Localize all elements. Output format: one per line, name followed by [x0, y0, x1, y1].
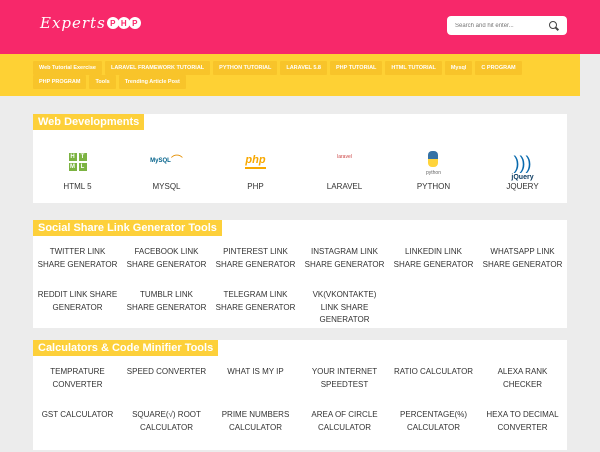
tool-link[interactable]: AREA OF CIRCLE CALCULATOR [300, 409, 389, 452]
tool-link[interactable]: INSTAGRAM LINK SHARE GENERATOR [300, 246, 389, 289]
tech-item-jquery[interactable]: ))) jQuery JQUERY [478, 123, 567, 203]
mysql-icon: MySQL ⌒ [150, 154, 183, 169]
nav-bar: Web Tutorial Exercise LARAVEL FRAMEWORK T… [0, 54, 580, 96]
html5-letter: M [68, 162, 77, 171]
tool-link[interactable]: ALEXA RANK CHECKER [478, 366, 567, 409]
laravel-icon: laravel [337, 149, 352, 167]
nav-link[interactable]: Trending Article Post [118, 75, 186, 89]
tech-label: JQUERY [506, 181, 539, 191]
tool-link[interactable]: TEMPRATURE CONVERTER [33, 366, 122, 409]
tech-label: MYSQL [152, 181, 181, 191]
tool-link[interactable]: SQUARE(√) ROOT CALCULATOR [122, 409, 211, 452]
logo-text: Experts [40, 14, 106, 32]
logo[interactable]: Experts P H P [40, 14, 141, 32]
tech-item-python[interactable]: python PYTHON [389, 123, 478, 203]
tool-link[interactable]: LINKEDIN LINK SHARE GENERATOR [389, 246, 478, 289]
laravel-logo-text: laravel [337, 154, 352, 161]
html5-letter: T [78, 152, 87, 161]
html5-letter: L [78, 162, 87, 171]
tech-item-mysql[interactable]: MySQL ⌒ MYSQL [122, 123, 211, 203]
tool-link[interactable]: GST CALCULATOR [33, 409, 122, 452]
search-icon[interactable] [549, 20, 559, 31]
mysql-logo-text: MySQL [150, 158, 171, 165]
tech-label: PHP [247, 181, 264, 191]
calculator-tools-panel: Calculators & Code Minifier Tools TEMPRA… [33, 340, 567, 450]
tool-link[interactable]: RATIO CALCULATOR [389, 366, 478, 409]
search-box [447, 16, 567, 35]
logo-badge: P H P [106, 17, 141, 29]
section-title: Calculators & Code Minifier Tools [33, 340, 219, 356]
section-title: Social Share Link Generator Tools [33, 220, 222, 236]
tool-link[interactable]: PRIME NUMBERS CALCULATOR [211, 409, 300, 452]
nav-link[interactable]: Tools [89, 75, 116, 89]
tool-link[interactable]: VK(VKONTAKTE) LINK SHARE GENERATOR [300, 289, 389, 332]
tech-label: HTML 5 [63, 181, 92, 191]
html5-letter: H [68, 152, 77, 161]
nav-link[interactable]: Mysql [444, 61, 473, 75]
tool-link[interactable]: FACEBOOK LINK SHARE GENERATOR [122, 246, 211, 289]
tool-link[interactable]: REDDIT LINK SHARE GENERATOR [33, 289, 122, 332]
tool-link[interactable]: HEXA TO DECIMAL CONVERTER [478, 409, 567, 452]
python-icon: python [426, 151, 441, 181]
logo-letter: H [117, 17, 130, 29]
nav-link[interactable]: LARAVEL FRAMEWORK TUTORIAL [104, 61, 211, 75]
tech-item-html5[interactable]: HTML HTML 5 [33, 123, 122, 203]
tool-link[interactable]: TUMBLR LINK SHARE GENERATOR [122, 289, 211, 332]
php-logo-text: php [245, 154, 266, 169]
tool-link[interactable]: TELEGRAM LINK SHARE GENERATOR [211, 289, 300, 332]
tech-label: LARAVEL [326, 181, 363, 191]
nav-link[interactable]: Web Tutorial Exercise [33, 61, 102, 75]
tool-link[interactable]: TWITTER LINK SHARE GENERATOR [33, 246, 122, 289]
logo-letter: P [106, 17, 119, 29]
nav-link[interactable]: C PROGRAM [475, 61, 522, 75]
social-tools-panel: Social Share Link Generator Tools TWITTE… [33, 220, 567, 328]
nav-link[interactable]: HTML TUTORIAL [385, 61, 442, 75]
header: Experts P H P [0, 0, 600, 54]
python-logo-text: python [425, 170, 441, 177]
tech-item-laravel[interactable]: laravel LARAVEL [300, 123, 389, 203]
tool-link[interactable]: PINTEREST LINK SHARE GENERATOR [211, 246, 300, 289]
tech-label: PYTHON [416, 181, 451, 191]
nav-link[interactable]: LARAVEL 5.8 [280, 61, 327, 75]
tool-link[interactable]: WHATSAPP LINK SHARE GENERATOR [478, 246, 567, 289]
tool-link[interactable]: WHAT IS MY IP [211, 366, 300, 409]
html5-icon: HTML [68, 149, 87, 175]
tech-item-php[interactable]: php PHP [211, 123, 300, 203]
logo-letter: P [128, 17, 141, 29]
php-icon: php [245, 149, 266, 175]
web-developments-panel: Web Developments HTML HTML 5 MySQL ⌒ MYSQ… [33, 114, 567, 203]
tool-link[interactable]: YOUR INTERNET SPEEDTEST [300, 366, 389, 409]
nav-link[interactable]: PYTHON TUTORIAL [213, 61, 278, 75]
tool-link[interactable]: PERCENTAGE(%) CALCULATOR [389, 409, 478, 452]
search-input[interactable] [455, 22, 543, 29]
nav-link[interactable]: PHP PROGRAM [33, 75, 87, 89]
tool-link[interactable]: SPEED CONVERTER [122, 366, 211, 409]
nav-link[interactable]: PHP TUTORIAL [329, 61, 383, 75]
